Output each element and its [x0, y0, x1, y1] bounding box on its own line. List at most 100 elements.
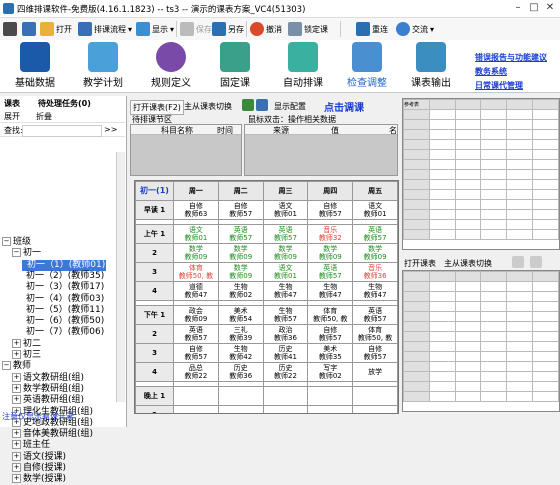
- lesson-cell[interactable]: 历史 教师22: [262, 362, 309, 382]
- lesson-cell[interactable]: [307, 386, 354, 406]
- tree-item[interactable]: 初一（1）(教师01): [22, 259, 107, 271]
- lesson-cell[interactable]: 英语 教师57: [262, 224, 309, 244]
- close-icon[interactable]: ✕: [544, 2, 556, 14]
- adjust-class-button[interactable]: 点击调课: [324, 99, 364, 114]
- lesson-cell[interactable]: 生物 教师47: [352, 281, 398, 301]
- lesson-cell[interactable]: 写字 教师02: [307, 362, 354, 382]
- print-icon[interactable]: [512, 256, 524, 268]
- display-config-button[interactable]: 显示配置: [274, 101, 306, 112]
- expand-icon[interactable]: +: [12, 440, 21, 450]
- lesson-cell[interactable]: 生物 教师57: [262, 305, 309, 325]
- ribbon-fixed-class[interactable]: 固定课: [204, 42, 266, 90]
- grid-view-button[interactable]: [3, 21, 17, 37]
- tree-item[interactable]: + 初二: [12, 338, 41, 350]
- tree-item[interactable]: − 班级: [2, 237, 31, 248]
- lesson-cell[interactable]: 数学 教师09: [217, 262, 264, 282]
- search-button[interactable]: >>: [104, 125, 117, 134]
- ribbon-rules[interactable]: 规则定义: [140, 42, 202, 90]
- lesson-cell[interactable]: 英语 教师57: [307, 262, 354, 282]
- minimize-icon[interactable]: –: [512, 2, 524, 14]
- tree-item[interactable]: 初一（4）(教师03): [22, 294, 104, 305]
- lesson-cell[interactable]: 英语 教师57: [352, 224, 398, 244]
- list-view-button[interactable]: [22, 21, 36, 37]
- right-open-button[interactable]: 打开课表: [404, 258, 436, 269]
- lesson-cell[interactable]: 语文 教师01: [352, 200, 398, 220]
- person-icon[interactable]: [242, 99, 254, 111]
- lesson-cell[interactable]: 音乐 教师36: [352, 262, 398, 282]
- tree-item[interactable]: + 英语教研组(组): [12, 395, 84, 406]
- lesson-cell[interactable]: 品总 教师22: [173, 362, 219, 382]
- lesson-cell[interactable]: 语文 教师01: [262, 200, 309, 220]
- grid-icon[interactable]: [530, 256, 542, 268]
- link-daily-substitute[interactable]: 日常课代管理: [475, 80, 523, 91]
- lesson-cell[interactable]: 政会 教师09: [173, 305, 219, 325]
- lesson-cell[interactable]: 数学 教师09: [262, 243, 309, 263]
- link-error-report[interactable]: 错误报告与功能建议: [475, 52, 547, 63]
- exchange-button[interactable]: 交流 ▾: [396, 21, 434, 37]
- expand-icon[interactable]: +: [12, 474, 21, 484]
- lesson-cell[interactable]: 自修 教师57: [307, 200, 354, 220]
- lesson-cell[interactable]: 美术 教师54: [217, 305, 264, 325]
- lesson-cell[interactable]: 道德 教师47: [173, 281, 219, 301]
- tab-schedule[interactable]: 课表: [4, 98, 20, 109]
- lesson-cell[interactable]: 数学 教师09: [307, 243, 354, 263]
- collapse-icon[interactable]: −: [12, 248, 21, 258]
- lesson-cell[interactable]: [307, 405, 354, 413]
- lesson-cell[interactable]: 体育 教师50, 教: [307, 305, 354, 325]
- list-icon[interactable]: [256, 99, 268, 111]
- open-schedule-button[interactable]: 打开课表(F2): [130, 100, 184, 115]
- expand-icon[interactable]: +: [12, 338, 21, 348]
- show-button[interactable]: 显示 ▾: [136, 21, 174, 37]
- lesson-cell[interactable]: 放学: [352, 362, 398, 382]
- lesson-cell[interactable]: 生物 教师42: [217, 343, 264, 363]
- lesson-cell[interactable]: 自修 教师57: [173, 343, 219, 363]
- lesson-cell[interactable]: [217, 405, 264, 413]
- save-button[interactable]: 保存: [180, 21, 212, 37]
- tab-pending[interactable]: 待处理任务(0): [38, 98, 91, 109]
- lesson-cell[interactable]: 自修 教师57: [307, 324, 354, 344]
- expand-icon[interactable]: +: [12, 429, 21, 439]
- lesson-cell[interactable]: 生物 教师47: [307, 281, 354, 301]
- lesson-cell[interactable]: 英语 教师57: [217, 224, 264, 244]
- ribbon-output[interactable]: 课表输出: [400, 42, 462, 90]
- reconnect-button[interactable]: 重连: [356, 21, 388, 37]
- lesson-cell[interactable]: [262, 386, 309, 406]
- tree-item[interactable]: − 初一: [12, 248, 41, 259]
- secondary-schedule[interactable]: [402, 270, 560, 412]
- tree-item[interactable]: + 语文(授课): [12, 451, 66, 463]
- tree-item[interactable]: + 音体美教研组(组): [12, 429, 93, 440]
- lesson-cell[interactable]: 数学 教师09: [173, 243, 219, 263]
- sort-flow-button[interactable]: 排课流程 ▾: [78, 21, 132, 37]
- tree-item[interactable]: + 初三: [12, 350, 41, 361]
- collapse-icon[interactable]: −: [2, 237, 11, 246]
- maximize-icon[interactable]: □: [528, 2, 540, 14]
- scrollbar[interactable]: [116, 152, 125, 402]
- tree-item[interactable]: + 语文教研组(组): [12, 372, 84, 384]
- tree-item[interactable]: 初一（2）(教师35): [22, 271, 104, 282]
- undo-button[interactable]: 撤消: [250, 21, 282, 37]
- tree-item[interactable]: 初一（3）(教师17): [22, 282, 104, 293]
- expand-button[interactable]: 展开: [4, 111, 20, 122]
- lesson-cell[interactable]: 语文 教师01: [173, 224, 219, 244]
- tree-item[interactable]: 初一（7）(教师06): [22, 327, 104, 338]
- lesson-cell[interactable]: 英语 教师57: [173, 324, 219, 344]
- tree-item[interactable]: 初一（6）(教师50): [22, 316, 104, 327]
- ribbon-check-adjust[interactable]: 检查调整: [336, 42, 398, 90]
- lesson-cell[interactable]: 自修 教师57: [217, 200, 264, 220]
- lesson-cell[interactable]: [217, 386, 264, 406]
- expand-icon[interactable]: +: [12, 383, 21, 393]
- lesson-cell[interactable]: 语文 教师01: [262, 262, 309, 282]
- open-button[interactable]: 打开: [40, 21, 72, 37]
- switch-schedule-button[interactable]: 主从课表切换: [184, 101, 232, 112]
- lock-button[interactable]: 锁定课: [288, 21, 328, 37]
- expand-icon[interactable]: +: [12, 463, 21, 472]
- save-as-button[interactable]: 另存: [212, 21, 244, 37]
- lesson-cell[interactable]: [352, 386, 398, 406]
- lesson-cell[interactable]: 三礼 教师39: [217, 324, 264, 344]
- tree-item[interactable]: + 班主任: [12, 440, 50, 451]
- lesson-cell[interactable]: 数学 教师09: [217, 243, 264, 263]
- lesson-cell[interactable]: [173, 386, 219, 406]
- lesson-cell[interactable]: 自修 教师63: [173, 200, 219, 220]
- tree-item[interactable]: + 数学(授课): [12, 474, 66, 485]
- expand-icon[interactable]: +: [12, 395, 21, 405]
